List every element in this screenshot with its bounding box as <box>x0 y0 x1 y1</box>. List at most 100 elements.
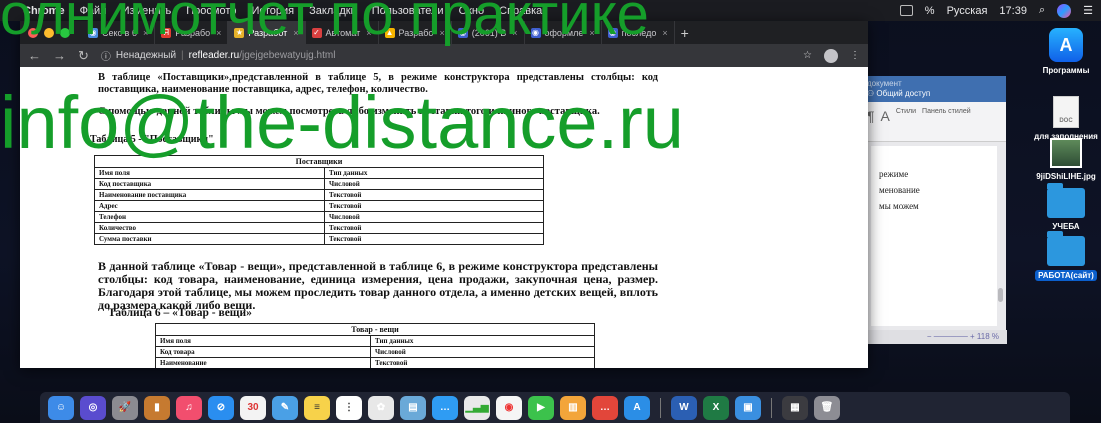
table-cell: Текстовой <box>370 357 595 368</box>
styles-button[interactable]: Стили <box>896 108 916 135</box>
table-row: Адрес Текстовой <box>94 200 544 212</box>
desktop-icon-label: 9jiDShiLIHE.jpg <box>1036 172 1096 181</box>
chat-app-icon[interactable]: … <box>592 395 618 420</box>
table-cell: Код поставщика <box>94 178 325 190</box>
word-line: менование <box>879 185 920 195</box>
excel-dock-icon[interactable]: X <box>703 395 729 420</box>
table-cell: Текстовой <box>324 200 544 212</box>
spotlight-icon[interactable]: ⌕ <box>1039 4 1045 17</box>
battery-icon[interactable] <box>899 5 913 16</box>
battery-percent: % <box>924 4 935 17</box>
preview-icon[interactable]: ▤ <box>400 395 426 420</box>
table-cell: Наименование поставщика <box>94 189 325 201</box>
dock: ☺ ◎ 🚀 ▮ ♫ ⊘ 30 ✎ ≡ ⋮ ✿ ▤ … ▁▃▅ ◉ ▶ ▥ … A… <box>40 392 1070 423</box>
url-separator: | <box>181 50 184 61</box>
column-header: Тип данных <box>324 167 544 179</box>
url-field[interactable]: ⓘ Ненадежный | refleader.ru/jgejgebewaty… <box>101 48 791 63</box>
table-cell: Код товара <box>155 346 371 358</box>
tab-close-icon[interactable]: × <box>662 28 667 38</box>
finder-window-icon[interactable]: ▣ <box>735 395 761 420</box>
sketch-app-icon[interactable]: ✎ <box>272 395 298 420</box>
styles-pane-button[interactable]: Панель стилей <box>922 108 971 135</box>
back-icon[interactable]: ← <box>28 48 41 63</box>
notes-book-icon[interactable]: ▮ <box>144 395 170 420</box>
table-header-row: Имя поля Тип данных <box>94 167 544 179</box>
table-cell: Адрес <box>94 200 325 212</box>
table-cell: Текстовой <box>324 222 544 234</box>
bookmark-star-icon[interactable]: ☆ <box>803 50 812 61</box>
calendar-icon[interactable]: 30 <box>240 395 266 420</box>
table-header-row: Имя поля Тип данных <box>155 335 595 347</box>
messages-icon[interactable]: … <box>432 395 458 420</box>
share-icon: ⚇ <box>867 89 877 98</box>
desktop-icon-form-doc[interactable]: DOC для заполнения <box>1030 96 1101 141</box>
url-host: refleader.ru <box>188 50 240 61</box>
facetime-icon[interactable]: ▶ <box>528 395 554 420</box>
suppliers-table: Поставщики Имя поля Тип данных Код поста… <box>94 155 544 245</box>
table-cell: Текстовой <box>324 189 544 201</box>
desktop-icon-label: УЧЕБА <box>1052 222 1080 231</box>
word-scrollbar[interactable] <box>998 288 1003 302</box>
trash-icon[interactable]: 🗑 <box>814 395 840 420</box>
table-row: Наименование Текстовой <box>155 357 595 368</box>
reminders-icon[interactable]: ⋮ <box>336 395 362 420</box>
word-zoom[interactable]: − ────── + 118 % <box>861 330 1007 344</box>
chrome-window: ◉ Секс в б × Я Разрабо × ★ Разработ × ✓ Автомат… <box>20 21 868 368</box>
image-file-icon <box>1050 138 1082 168</box>
table-row: Код товара Числовой <box>155 346 595 358</box>
word-share-button[interactable]: ⚇ Общий доступ <box>867 89 1000 99</box>
paragraph-icon[interactable]: ¶ <box>867 108 875 135</box>
folder-icon <box>1047 231 1085 266</box>
siri-icon[interactable] <box>1057 3 1072 18</box>
photos-icon[interactable]: ✿ <box>368 395 394 420</box>
address-bar: ← → ↻ ⓘ Ненадежный | refleader.ru/jgejge… <box>20 44 868 67</box>
reload-icon[interactable]: ↻ <box>78 48 89 64</box>
notes-icon[interactable]: ≡ <box>304 395 330 420</box>
word-dock-icon[interactable]: W <box>671 395 697 420</box>
column-header: Тип данных <box>370 335 595 347</box>
table-cell: Наименование <box>155 357 371 368</box>
books-icon[interactable]: ▥ <box>560 395 586 420</box>
numbers-icon[interactable]: ▁▃▅ <box>464 395 490 420</box>
desktop-icon-label: РАБОТА(сайт) <box>1035 270 1097 281</box>
security-label: Ненадежный <box>115 50 177 61</box>
launchpad-icon[interactable]: 🚀 <box>112 395 138 420</box>
chrome-dock-icon[interactable]: ◉ <box>496 395 522 420</box>
info-icon[interactable]: ⓘ <box>101 48 111 63</box>
input-source[interactable]: Русская <box>947 5 988 17</box>
desktop-icon-programs[interactable]: A Программы <box>1030 28 1101 75</box>
word-ribbon: ¶ A Стили Панель стилей <box>861 102 1006 142</box>
downloads-stack-icon[interactable]: ▦ <box>782 395 808 420</box>
app-store-dock-icon[interactable]: A <box>624 395 650 420</box>
text-style-icon[interactable]: A <box>881 108 890 135</box>
paragraph-goods: В данной таблице «Товар - вещи», предста… <box>98 259 658 312</box>
table-row: Код поставщика Числовой <box>94 178 544 190</box>
siri-dock-icon[interactable]: ◎ <box>80 395 106 420</box>
notification-center-icon[interactable]: ☰ <box>1083 4 1093 17</box>
word-line: режиме <box>879 169 909 179</box>
watermark-text: олнимотчет по практике <box>0 0 649 47</box>
table-cell: Текстовой <box>324 233 544 245</box>
finder-icon[interactable]: ☺ <box>48 395 74 420</box>
desktop-icon-study-folder[interactable]: УЧЕБА <box>1030 183 1101 231</box>
music-icon[interactable]: ♫ <box>176 395 202 420</box>
goods-table: Товар - вещи Имя поля Тип данных Код тов… <box>155 323 595 368</box>
clock[interactable]: 17:39 <box>999 5 1027 17</box>
safari-icon[interactable]: ⊘ <box>208 395 234 420</box>
word-doc-title: документ <box>867 79 902 88</box>
watermark-email: info@the-distance.ru <box>0 81 684 164</box>
desktop-icon-work-folder[interactable]: РАБОТА(сайт) <box>1030 231 1101 281</box>
table-cell: Числовой <box>324 211 544 223</box>
forward-icon[interactable]: → <box>53 48 66 63</box>
table-cell: Телефон <box>94 211 325 223</box>
profile-avatar[interactable] <box>824 48 838 63</box>
table-caption-6: Таблица 6 – «Товар - вещи» <box>108 307 252 319</box>
table-row: Телефон Числовой <box>94 211 544 223</box>
dock-divider <box>660 397 661 418</box>
table-row: Сумма поставки Текстовой <box>94 233 544 245</box>
desktop-icon-image[interactable]: 9jiDShiLIHE.jpg <box>1030 138 1101 181</box>
new-tab-icon[interactable]: + <box>675 25 689 41</box>
more-menu-icon[interactable]: ⋮ <box>850 50 860 61</box>
dock-divider <box>771 397 772 418</box>
table-cell: Количество <box>94 222 325 234</box>
